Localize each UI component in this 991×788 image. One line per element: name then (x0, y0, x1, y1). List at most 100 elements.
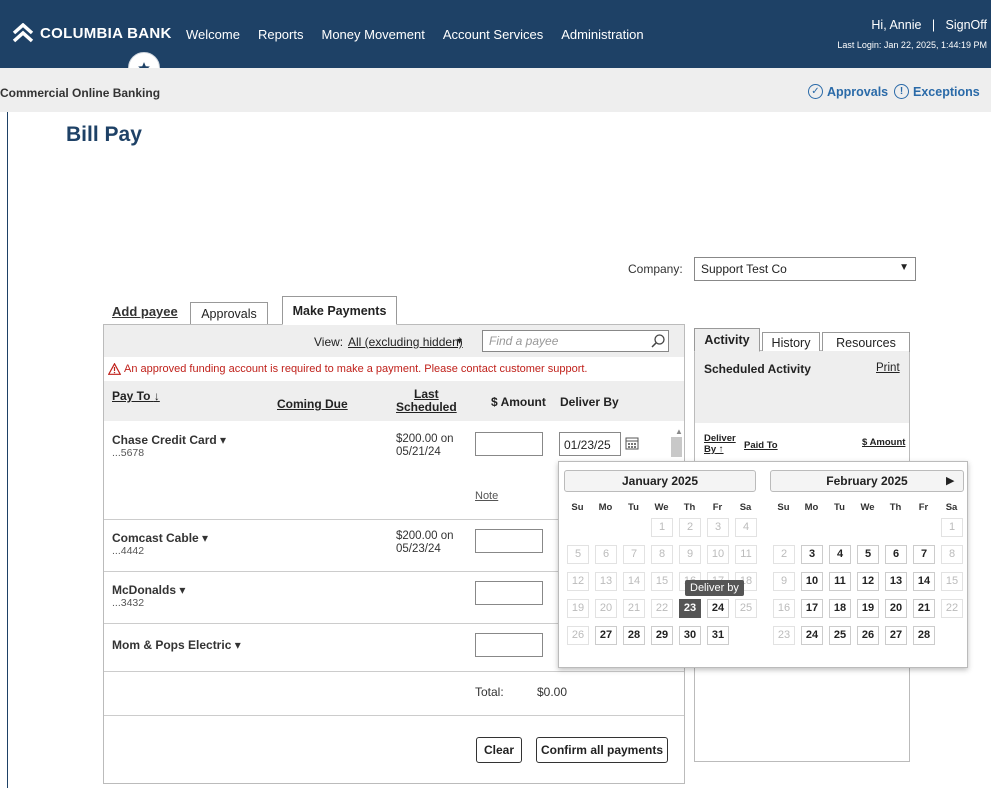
nav-reports[interactable]: Reports (258, 27, 304, 42)
tab-make-payments[interactable]: Make Payments (282, 296, 397, 325)
payee-name: Mom & Pops Electric (112, 638, 232, 652)
company-label: Company: (628, 262, 683, 276)
calendar-day[interactable]: 12 (857, 572, 879, 591)
calendar-day-selected[interactable]: 23 (679, 599, 701, 618)
calendar-day[interactable]: 18 (829, 599, 851, 618)
tab-resources[interactable]: Resources (822, 332, 910, 352)
scroll-up-arrow[interactable]: ▲ (675, 427, 683, 436)
scrollbar-thumb[interactable] (671, 437, 682, 457)
calendar-day[interactable]: 6 (885, 545, 907, 564)
confirm-all-payments-button[interactable]: Confirm all payments (536, 737, 668, 763)
note-link[interactable]: Note (475, 490, 498, 502)
find-payee-input[interactable]: Find a payee (482, 330, 669, 352)
calendar-day[interactable]: 31 (707, 626, 729, 645)
calendar-day[interactable]: 27 (595, 626, 617, 645)
amount-input[interactable] (475, 432, 543, 456)
caret-down-icon: ▾ (202, 531, 209, 545)
calendar-day[interactable]: 11 (829, 572, 851, 591)
payee-name-dropdown[interactable]: Comcast Cable ▾ (112, 531, 208, 545)
calendar-day[interactable]: 14 (913, 572, 935, 591)
weekday-label: We (654, 502, 669, 513)
amount-input[interactable] (475, 633, 543, 657)
weekday-label: Su (571, 502, 584, 513)
warning-text: An approved funding account is required … (124, 363, 588, 375)
last-scheduled: $200.00 on 05/21/24 (396, 433, 454, 459)
calendar-day[interactable]: 21 (913, 599, 935, 618)
calendar-day[interactable]: 28 (913, 626, 935, 645)
add-payee-link[interactable]: Add payee (112, 304, 178, 319)
col-activity-amount[interactable]: $ Amount (862, 437, 905, 448)
calendar-day[interactable]: 25 (829, 626, 851, 645)
company-select[interactable]: Support Test Co ▼ (694, 257, 916, 281)
calendar-day[interactable]: 24 (801, 626, 823, 645)
left-rule (7, 112, 8, 788)
col-paid-to[interactable]: Paid To (744, 440, 778, 451)
weekday-label: Mo (804, 502, 819, 513)
total-divider (104, 715, 684, 716)
calendar-day[interactable]: 3 (801, 545, 823, 564)
payee-name-dropdown[interactable]: Chase Credit Card ▾ (112, 433, 226, 447)
calendar-day: 21 (623, 599, 645, 618)
col-pay-to[interactable]: Pay To ↓ (112, 389, 160, 403)
nav-administration[interactable]: Administration (561, 27, 643, 42)
nav-account-services[interactable]: Account Services (443, 27, 543, 42)
print-link[interactable]: Print (876, 362, 900, 374)
month-header: January 2025 (564, 470, 756, 492)
deliver-by-input[interactable]: 01/23/25 (559, 432, 621, 456)
calendar-day[interactable]: 29 (651, 626, 673, 645)
calendar-day[interactable]: 24 (707, 599, 729, 618)
calendar-day[interactable]: 13 (885, 572, 907, 591)
col-deliver-line1: Deliver (704, 433, 736, 444)
col-last-scheduled[interactable]: Last Scheduled (396, 388, 457, 414)
amount-input[interactable] (475, 581, 543, 605)
last-login: Last Login: Jan 22, 2025, 1:44:19 PM (837, 40, 987, 50)
view-filter-dropdown[interactable]: All (excluding hidden) (348, 335, 463, 349)
calendar-day[interactable]: 27 (885, 626, 907, 645)
signoff-link[interactable]: SignOff (946, 18, 987, 32)
calendar-day[interactable]: 28 (623, 626, 645, 645)
calendar-day[interactable]: 19 (857, 599, 879, 618)
col-coming-due[interactable]: Coming Due (277, 397, 348, 411)
calendar-day: 15 (651, 572, 673, 591)
approvals-link[interactable]: ✓ Approvals (808, 84, 888, 99)
calendar-icon[interactable] (625, 436, 639, 453)
next-month-arrow-icon[interactable]: ▶ (946, 474, 954, 487)
tab-history[interactable]: History (762, 332, 820, 352)
payee-name-dropdown[interactable]: Mom & Pops Electric ▾ (112, 638, 241, 652)
weekday-label: We (860, 502, 875, 513)
nav-welcome[interactable]: Welcome (186, 27, 240, 42)
caret-down-icon[interactable]: ▾ (457, 336, 462, 347)
clear-button[interactable]: Clear (476, 737, 522, 763)
calendar-day[interactable]: 30 (679, 626, 701, 645)
tab-activity[interactable]: Activity (694, 328, 760, 352)
calendar-day[interactable]: 26 (857, 626, 879, 645)
caret-down-icon: ▾ (234, 638, 241, 652)
brand-name: COLUMBIA BANK (40, 24, 172, 42)
calendar-day[interactable]: 5 (857, 545, 879, 564)
col-pay-to-label: Pay To (112, 389, 151, 403)
calendar-day[interactable]: 17 (801, 599, 823, 618)
col-deliver-by-sort[interactable]: Deliver By ↑ (704, 433, 736, 455)
calendar-day[interactable]: 4 (829, 545, 851, 564)
calendar-day: 12 (567, 572, 589, 591)
nav-money-movement[interactable]: Money Movement (321, 27, 424, 42)
search-icon[interactable] (650, 333, 666, 349)
weekday-label: Fr (712, 502, 723, 513)
calendar-day: 23 (773, 626, 795, 645)
last-scheduled: $200.00 on 05/23/24 (396, 530, 454, 556)
calendar-day: 6 (595, 545, 617, 564)
payee-name: Comcast Cable (112, 531, 199, 545)
company-value: Support Test Co (701, 262, 787, 276)
amount-input[interactable] (475, 529, 543, 553)
payee-name-dropdown[interactable]: McDonalds ▾ (112, 583, 185, 597)
calendar-day[interactable]: 20 (885, 599, 907, 618)
tab-approvals[interactable]: Approvals (190, 302, 268, 324)
exceptions-link[interactable]: ! Exceptions (894, 84, 980, 99)
calendar-day[interactable]: 10 (801, 572, 823, 591)
brand-logo[interactable]: COLUMBIA BANK (12, 23, 172, 43)
weekday-label: Sa (739, 502, 752, 513)
weekday-label: Tu (834, 502, 845, 513)
calendar-day[interactable]: 7 (913, 545, 935, 564)
calendar-day: 4 (735, 518, 757, 537)
funding-warning: An approved funding account is required … (108, 363, 588, 375)
